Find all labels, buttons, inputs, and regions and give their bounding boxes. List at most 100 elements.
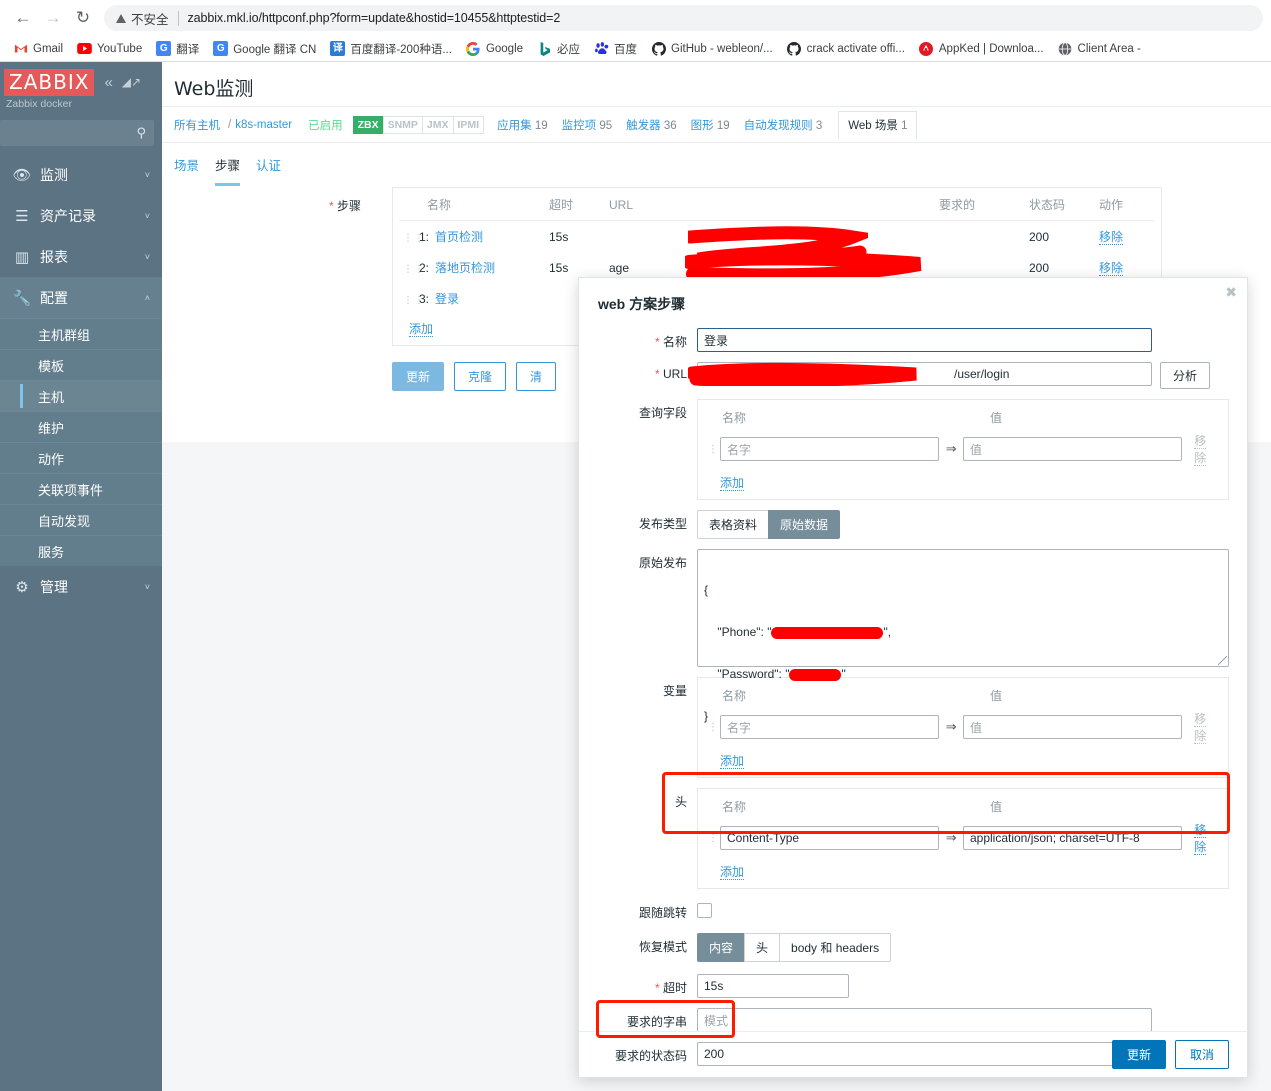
step-name-link[interactable]: 登录 — [435, 292, 459, 306]
host-link-2[interactable]: 触发器 36 — [626, 120, 677, 132]
sidebar-subitem-7[interactable]: 服务 — [0, 535, 162, 566]
forward-arrow-icon[interactable]: → — [38, 3, 68, 33]
host-entity-links: 应用集 19 监控项 95 触发器 36 图形 19 自动发现规则 3 — [483, 117, 822, 133]
bookmark-item-4[interactable]: 译百度翻译-200种语... — [323, 38, 459, 60]
dialog-update-label: 更新 — [1126, 1048, 1151, 1062]
bookmark-item-8[interactable]: GitHub - webleon/... — [644, 38, 780, 60]
form-button-1[interactable]: 克隆 — [454, 362, 507, 391]
sidebar-item-2[interactable]: ▥ 报表 ˅ — [0, 236, 162, 277]
query-name-input[interactable]: 名字 — [720, 437, 940, 461]
parse-url-button[interactable]: 分析 — [1160, 362, 1211, 389]
dialog-cancel-label: 取消 — [1189, 1048, 1214, 1062]
drag-handle-icon[interactable]: ⋮⋮ — [708, 444, 729, 454]
bookmark-item-1[interactable]: YouTube — [70, 38, 149, 60]
post-type-option-0[interactable]: 表格资料 — [697, 510, 770, 539]
sidebar-subitem-0[interactable]: 主机群组 — [0, 318, 162, 349]
appked-icon — [919, 41, 934, 56]
dialog-cancel-button[interactable]: 取消 — [1174, 1040, 1229, 1069]
step-name-link[interactable]: 首页检测 — [435, 230, 483, 244]
breadcrumb-all-hosts[interactable]: 所有主机 — [174, 117, 220, 133]
bookmark-item-2[interactable]: G 翻译 — [149, 38, 206, 60]
protocol-badge-snmp: SNMP — [382, 115, 423, 134]
url-text: zabbix.mkl.io/httpconf.php?form=update&h… — [187, 11, 561, 25]
timeout-input[interactable]: 15s — [697, 974, 849, 998]
form-button-2[interactable]: 清 — [516, 362, 557, 391]
query-fields-header: 名称 值 — [708, 408, 1218, 432]
sidebar-subitem-3[interactable]: 维护 — [0, 411, 162, 442]
host-link-4[interactable]: 自动发现规则 3 — [744, 120, 823, 132]
header-value-input[interactable]: application/json; charset=UTF-8 — [962, 826, 1183, 850]
field-row-name: * 名称 登录 — [597, 328, 1229, 352]
arrow-icon: ⇒ — [945, 441, 957, 456]
follow-redirects-checkbox[interactable] — [697, 903, 712, 918]
form-tabs: 场景 步骤 认证 — [162, 143, 1271, 186]
bookmark-item-5[interactable]: Google — [459, 38, 530, 60]
query-value-input[interactable]: 值 — [962, 437, 1183, 461]
bookmark-item-10[interactable]: AppKed | Downloa... — [912, 38, 1051, 60]
bookmark-item-11[interactable]: Client Area - — [1051, 38, 1148, 60]
back-arrow-icon[interactable]: ← — [8, 3, 38, 33]
dialog-update-button[interactable]: 更新 — [1111, 1040, 1166, 1069]
host-link-3[interactable]: 图形 19 — [691, 120, 730, 132]
header-name-input[interactable]: Content-Type — [720, 826, 940, 850]
required-string-input[interactable]: 模式 — [697, 1008, 1152, 1032]
field-row-timeout: * 超时 15s — [597, 974, 1229, 998]
retrieve-mode-option-0[interactable]: 内容 — [697, 933, 746, 962]
required-marker: * — [654, 335, 660, 349]
headers-col-name: 名称 — [722, 800, 747, 814]
step-name-cell: ⋮⋮3: 登录 — [399, 283, 545, 314]
host-navigation-bar: 所有主机 / k8s-master 已启用 ZBX SNMP JMX IPMI 应用集… — [162, 106, 1271, 142]
query-remove-button[interactable]: 移除 — [1194, 432, 1218, 466]
sidebar-subitem-label: 主机 — [38, 389, 65, 405]
query-add-link[interactable]: 添加 — [708, 466, 1218, 493]
close-icon[interactable]: ✖ — [1225, 284, 1237, 301]
step-name-link[interactable]: 落地页检测 — [435, 261, 495, 275]
retrieve-mode-option-1[interactable]: 头 — [744, 933, 781, 962]
drag-handle-icon[interactable]: ⋮⋮ — [403, 265, 424, 275]
gear-icon: ⚙ — [15, 578, 29, 596]
post-type-option-1[interactable]: 原始数据 — [768, 510, 841, 539]
sidebar-subitem-4[interactable]: 动作 — [0, 442, 162, 473]
security-indicator[interactable]: 不安全 — [116, 9, 169, 28]
sidebar-subitem-6[interactable]: 自动发现 — [0, 504, 162, 535]
sidebar-subitem-5[interactable]: 关联项事件 — [0, 473, 162, 504]
url-field-label: * URL — [597, 362, 697, 381]
field-row-raw-post: 原始发布 { "Phone": " ", "Password": " " } — [597, 549, 1229, 723]
steps-label: * 步骤 — [329, 197, 361, 214]
retrieve-mode-option-2[interactable]: body 和 headers — [779, 933, 892, 962]
sidebar-item-0[interactable]: 👁 监测 ˅ — [0, 154, 162, 195]
drag-handle-icon[interactable]: ⋮⋮ — [708, 833, 729, 843]
bookmark-item-6[interactable]: 必应 — [530, 38, 587, 60]
collapse-panel-icon[interactable]: ◢↗ — [122, 75, 141, 89]
address-bar[interactable]: 不安全 zabbix.mkl.io/httpconf.php?form=upda… — [104, 5, 1263, 31]
zabbix-logo[interactable]: ZABBIX — [4, 68, 95, 96]
tab-web-scenarios[interactable]: Web 场景 1 — [838, 110, 918, 139]
header-remove-button[interactable]: 移除 — [1194, 821, 1218, 855]
resize-grip-icon[interactable] — [1218, 656, 1227, 665]
reload-icon[interactable]: ↻ — [68, 3, 98, 33]
raw-post-textarea[interactable]: { "Phone": " ", "Password": " " } — [697, 549, 1229, 723]
sidebar-item-1[interactable]: ☰ 资产记录 ˅ — [0, 195, 162, 236]
host-link-1[interactable]: 监控项 95 — [562, 120, 613, 132]
bookmark-item-9[interactable]: crack activate offi... — [780, 38, 912, 60]
bookmark-item-0[interactable]: Gmail — [6, 38, 70, 60]
sidebar-subitem-2[interactable]: 主机 — [0, 380, 162, 411]
step-remove-link[interactable]: 移除 — [1099, 261, 1124, 276]
drag-handle-icon[interactable]: ⋮⋮ — [403, 296, 424, 306]
phone-redaction — [771, 626, 884, 639]
name-input[interactable]: 登录 — [697, 328, 1152, 352]
breadcrumb-host[interactable]: k8s-master — [235, 119, 292, 131]
bookmark-item-3[interactable]: G Google 翻译 CN — [206, 38, 323, 60]
sidebar-item-3[interactable]: 🔧 配置 ˄ — [0, 277, 162, 318]
search-input[interactable]: ⚲ — [0, 120, 154, 146]
form-button-0[interactable]: 更新 — [392, 362, 445, 391]
step-remove-link[interactable]: 移除 — [1099, 230, 1124, 245]
host-link-0[interactable]: 应用集 19 — [497, 120, 548, 132]
sidebar-subitem-1[interactable]: 模板 — [0, 349, 162, 380]
steps-col-5: 动作 — [1095, 188, 1155, 221]
bookmark-item-7[interactable]: 百度 — [587, 38, 644, 60]
double-chevron-left-icon[interactable]: « — [104, 74, 112, 91]
sidebar-item-administration[interactable]: ⚙ 管理 ˅ — [0, 566, 162, 607]
header-add-link[interactable]: 添加 — [708, 855, 1218, 882]
drag-handle-icon[interactable]: ⋮⋮ — [403, 234, 424, 244]
